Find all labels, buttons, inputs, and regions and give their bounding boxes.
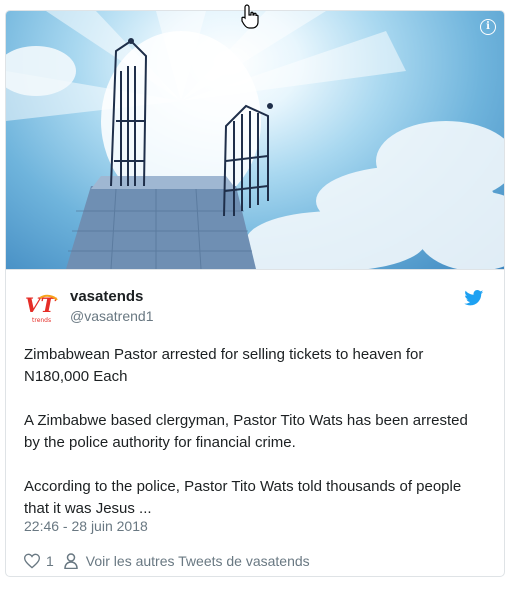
tweet-media-image[interactable]: i: [6, 11, 504, 269]
tweet-paragraph: A Zimbabwe based clergyman, Pastor Tito …: [24, 412, 468, 451]
hand-pointer-icon: [241, 4, 259, 29]
tweet-paragraph: Zimbabwean Pastor arrested for selling t…: [24, 346, 424, 385]
like-count[interactable]: 1: [46, 553, 54, 569]
see-more-tweets-link[interactable]: Voir les autres Tweets de vasatends: [86, 553, 310, 569]
person-icon: [64, 553, 78, 569]
tweet-actions: 1 Voir les autres Tweets de vasatends: [24, 553, 310, 569]
avatar[interactable]: VT trends: [24, 290, 60, 326]
tweet-timestamp[interactable]: 22:46 - 28 juin 2018: [24, 518, 148, 534]
tweet-text: Zimbabwean Pastor arrested for selling t…: [24, 344, 474, 542]
twitter-bird-icon[interactable]: [464, 290, 484, 306]
svg-text:trends: trends: [32, 317, 51, 324]
heart-icon[interactable]: [24, 553, 40, 569]
user-handle[interactable]: @vasatrend1: [70, 308, 153, 324]
heaven-gates-illustration: [6, 11, 504, 269]
tweet-body: VT trends vasatends @vasatrend1 Zimbabwe…: [6, 269, 504, 576]
embedded-tweet-card: i VT trends vasatends @vasatrend1 Zimbab…: [5, 10, 505, 577]
info-icon[interactable]: i: [480, 19, 496, 35]
display-name[interactable]: vasatends: [70, 288, 143, 305]
tweet-paragraph: According to the police, Pastor Tito Wat…: [24, 478, 462, 517]
vt-logo: VT trends: [25, 293, 58, 324]
